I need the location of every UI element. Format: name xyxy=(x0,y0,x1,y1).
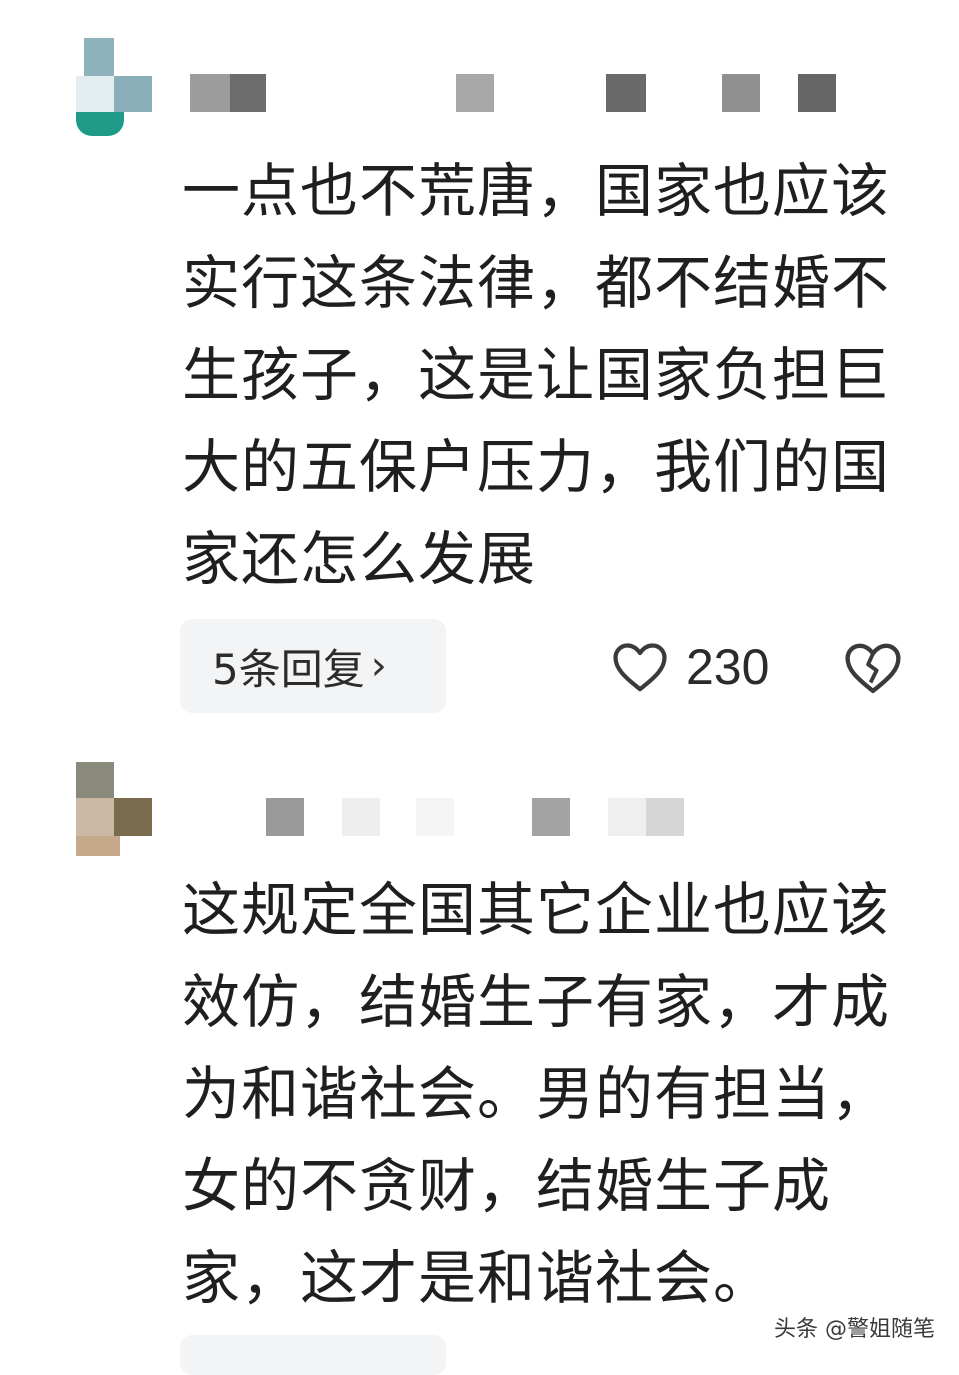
avatar[interactable] xyxy=(76,38,156,138)
watermark: 头条 @警姐随笔 xyxy=(770,1309,939,1345)
chevron-right-icon: › xyxy=(370,643,387,689)
comment-text: 一点也不荒唐，国家也应该实行这条法律，都不结婚不生孩子，这是让国家负担巨大的五保… xyxy=(182,157,891,593)
avatar[interactable] xyxy=(76,762,156,862)
comment-text: 这规定全国其它企业也应该效仿，结婚生子有家，才成为和谐社会。男的有担当，女的不贪… xyxy=(182,876,891,1312)
view-replies-button[interactable] xyxy=(180,1335,446,1375)
like-button[interactable]: 230 xyxy=(612,632,769,702)
heart-outline-icon xyxy=(613,643,667,692)
username-blurred[interactable] xyxy=(266,798,706,838)
reply-count-label: 5条回复 xyxy=(212,644,365,694)
like-count: 230 xyxy=(686,639,770,695)
view-replies-button[interactable]: 5条回复 › xyxy=(180,619,446,713)
username-blurred[interactable] xyxy=(186,74,846,114)
broken-heart-icon[interactable] xyxy=(844,640,902,696)
